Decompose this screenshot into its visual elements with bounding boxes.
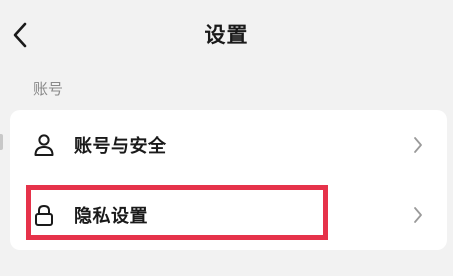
lock-icon [32,203,56,227]
user-icon [32,133,56,157]
settings-item-label: 隐私设置 [74,206,148,227]
scroll-edge-indicator [0,134,3,150]
page-title: 设置 [204,23,249,47]
settings-item-account-security[interactable]: 账号与安全 [10,110,447,180]
settings-item-privacy[interactable]: 隐私设置 [10,180,447,250]
top-bar: 设置 [0,0,453,70]
chevron-right-icon [411,205,425,225]
settings-card: 账号与安全 隐私设置 [10,110,447,250]
section-label-account: 账号 [33,80,64,98]
chevron-right-icon [411,135,425,155]
settings-item-label: 账号与安全 [74,136,167,157]
